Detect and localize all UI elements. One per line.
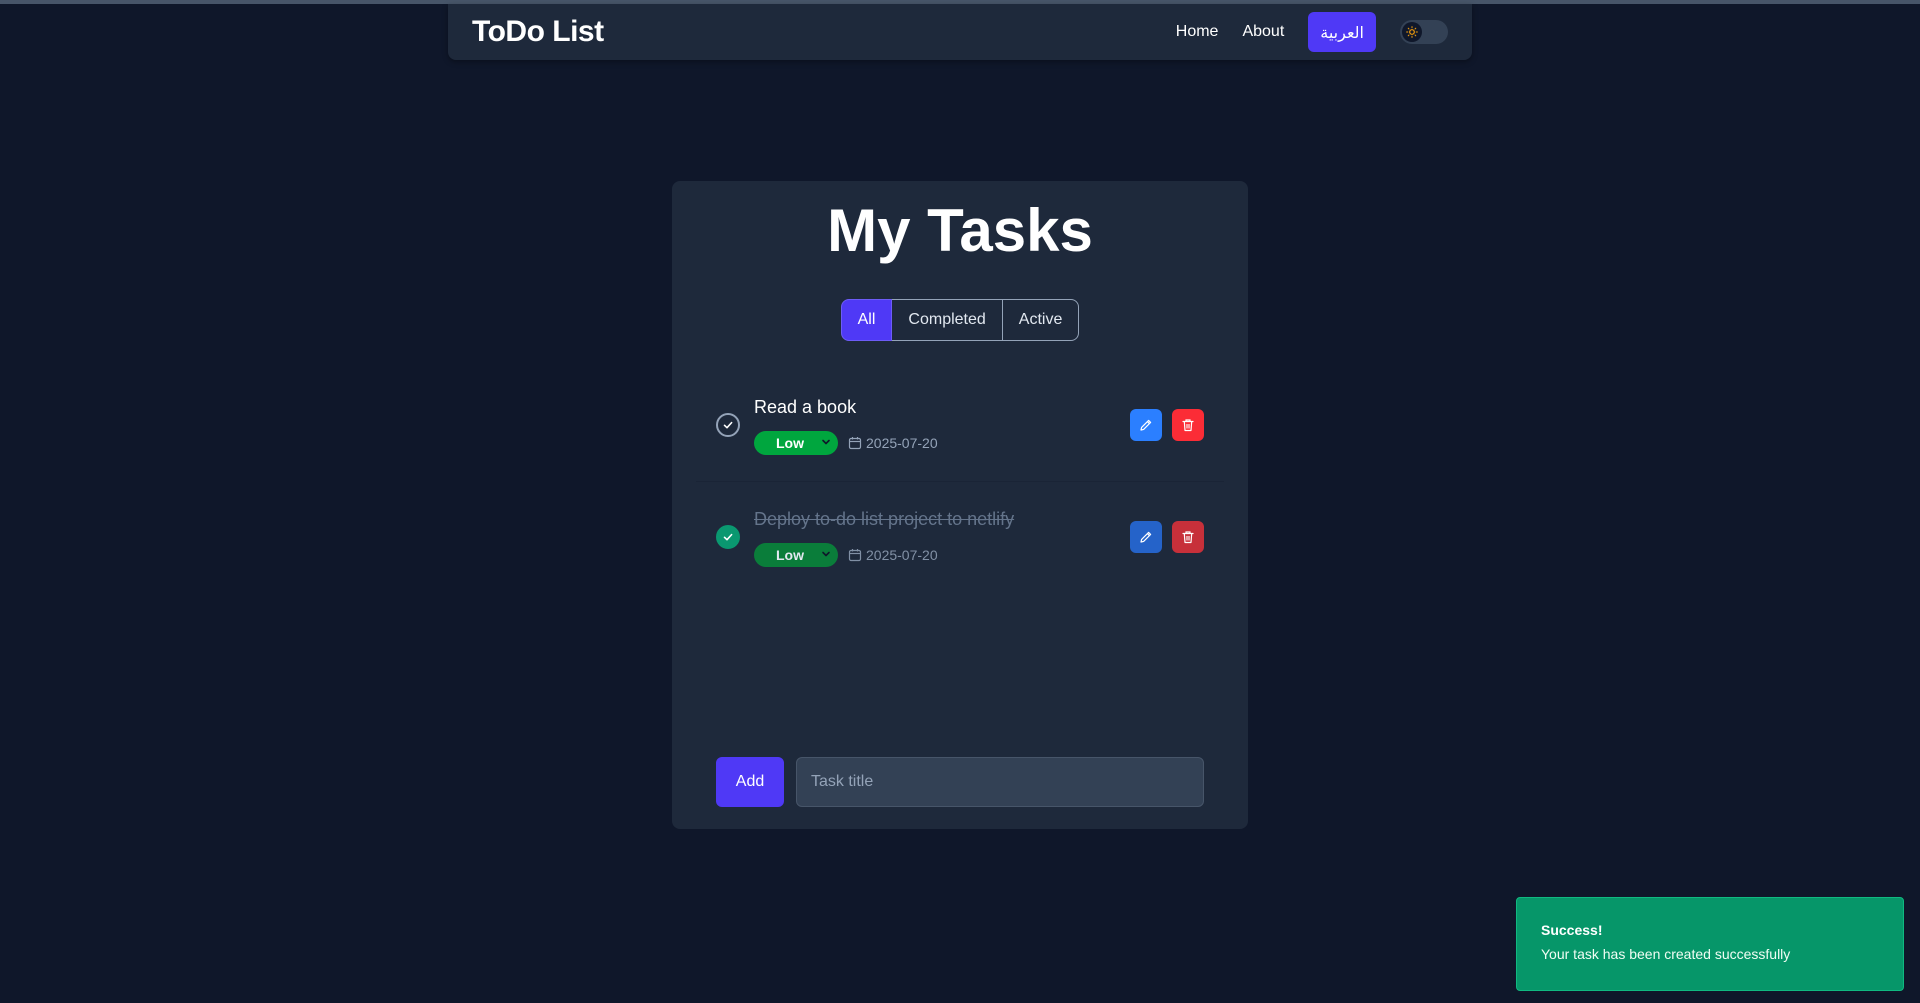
tasks-card: My Tasks All Completed Active Read a boo… bbox=[672, 181, 1248, 829]
complete-checkbox[interactable] bbox=[716, 413, 740, 437]
task-date-text: 2025-07-20 bbox=[866, 435, 938, 451]
task-title: Deploy to-do list project to netlify bbox=[754, 509, 1015, 529]
brand-title[interactable]: ToDo List bbox=[472, 15, 604, 49]
language-button[interactable]: العربية bbox=[1308, 12, 1376, 52]
nav-link-about[interactable]: About bbox=[1242, 23, 1284, 41]
task-date-text: 2025-07-20 bbox=[866, 547, 938, 563]
chevron-down-icon bbox=[822, 439, 830, 445]
check-icon bbox=[723, 421, 733, 429]
nav-link-home[interactable]: Home bbox=[1176, 23, 1219, 41]
filter-group: All Completed Active bbox=[672, 299, 1248, 341]
navbar: ToDo List Home About العربية bbox=[448, 4, 1472, 60]
delete-task-button[interactable] bbox=[1172, 409, 1204, 441]
filter-completed-button[interactable]: Completed bbox=[892, 299, 1002, 341]
task-body: Deploy to-do list project to netlify Low bbox=[754, 507, 1120, 567]
priority-value: Low bbox=[776, 547, 804, 563]
filter-active-button[interactable]: Active bbox=[1001, 299, 1080, 341]
edit-task-button[interactable] bbox=[1130, 521, 1162, 553]
trash-icon bbox=[1182, 419, 1194, 432]
task-list: Read a book Low 2025-07-20 Deploy to-do … bbox=[672, 369, 1248, 593]
task-title-input[interactable] bbox=[796, 757, 1204, 807]
filter-all-button[interactable]: All bbox=[840, 299, 893, 341]
add-task-button[interactable]: Add bbox=[716, 757, 784, 807]
add-task-row: Add bbox=[716, 757, 1204, 807]
task-date: 2025-07-20 bbox=[848, 435, 938, 451]
pencil-icon bbox=[1140, 419, 1152, 431]
task-actions bbox=[1120, 521, 1204, 553]
priority-select[interactable]: Low bbox=[754, 543, 838, 567]
check-icon bbox=[723, 533, 733, 541]
task-meta: Low 2025-07-20 bbox=[754, 431, 1120, 455]
calendar-icon bbox=[848, 549, 862, 562]
priority-value: Low bbox=[776, 435, 804, 451]
task-item: Read a book Low 2025-07-20 bbox=[696, 369, 1224, 481]
complete-checkbox[interactable] bbox=[716, 525, 740, 549]
chevron-down-icon bbox=[822, 551, 830, 557]
theme-toggle[interactable] bbox=[1400, 20, 1448, 44]
nav-right: Home About العربية bbox=[1176, 12, 1448, 52]
task-meta: Low 2025-07-20 bbox=[754, 543, 1120, 567]
toast-message: Your task has been created successfully bbox=[1541, 946, 1791, 962]
sun-icon bbox=[1402, 22, 1422, 42]
task-actions bbox=[1120, 409, 1204, 441]
page-title: My Tasks bbox=[827, 197, 1093, 264]
task-title: Read a book bbox=[754, 397, 857, 417]
trash-icon bbox=[1182, 531, 1194, 544]
pencil-icon bbox=[1140, 531, 1152, 543]
task-date: 2025-07-20 bbox=[848, 547, 938, 563]
task-item: Deploy to-do list project to netlify Low bbox=[696, 481, 1224, 593]
priority-select[interactable]: Low bbox=[754, 431, 838, 455]
success-toast[interactable]: Success! Your task has been created succ… bbox=[1516, 897, 1904, 991]
delete-task-button[interactable] bbox=[1172, 521, 1204, 553]
calendar-icon bbox=[848, 437, 862, 450]
edit-task-button[interactable] bbox=[1130, 409, 1162, 441]
toast-title: Success! bbox=[1541, 922, 1603, 938]
task-body: Read a book Low 2025-07-20 bbox=[754, 395, 1120, 455]
